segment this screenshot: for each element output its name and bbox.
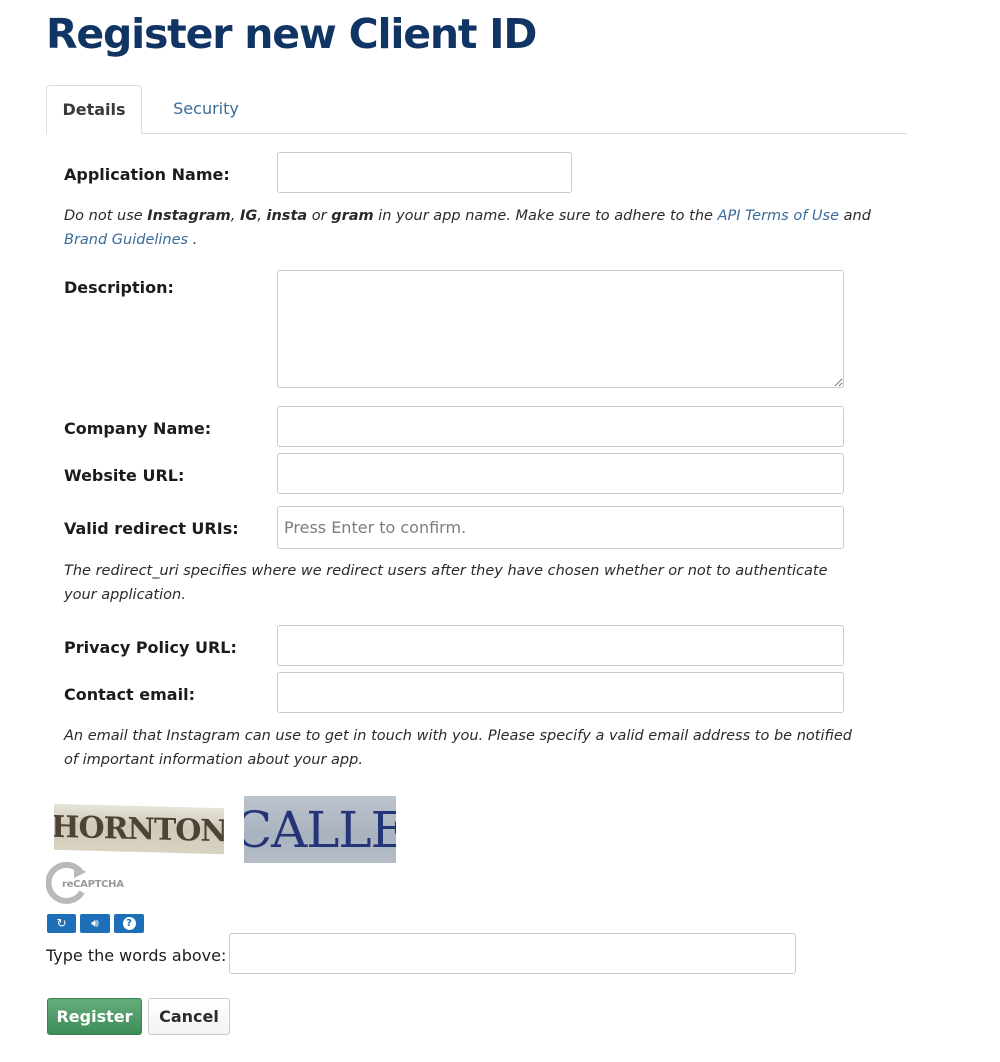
contact-email-label: Contact email: <box>64 685 195 704</box>
tab-security[interactable]: Security <box>156 85 256 133</box>
privacy-policy-url-input[interactable] <box>277 625 844 666</box>
privacy-policy-url-label: Privacy Policy URL: <box>64 638 237 657</box>
brand-guidelines-link[interactable]: Brand Guidelines <box>64 232 188 248</box>
register-button[interactable]: Register <box>47 998 142 1035</box>
audio-icon: 🔊︎ <box>91 916 99 930</box>
captcha-word-image-1: HORNTON <box>54 803 224 855</box>
help-icon: ? <box>122 917 136 930</box>
application-name-input[interactable] <box>277 152 572 193</box>
contact-email-input[interactable] <box>277 672 844 713</box>
tab-details[interactable]: Details <box>46 85 142 134</box>
cancel-button[interactable]: Cancel <box>148 998 230 1035</box>
email-help-text: An email that Instagram can use to get i… <box>64 728 852 768</box>
redirect-uris-label: Valid redirect URIs: <box>64 519 239 538</box>
description-label: Description: <box>64 278 174 297</box>
captcha-type-label: Type the words above: <box>46 946 227 965</box>
website-url-input[interactable] <box>277 453 844 494</box>
recaptcha-logo-text: reCAPTCHA <box>62 879 124 890</box>
company-name-input[interactable] <box>277 406 844 447</box>
description-textarea[interactable] <box>277 270 844 388</box>
tab-bar: Details Security <box>46 85 907 134</box>
api-terms-link[interactable]: API Terms of Use <box>718 208 839 224</box>
captcha-word-image-2: CALLE <box>244 796 396 863</box>
captcha-response-input[interactable] <box>229 933 796 974</box>
refresh-icon: ↻ <box>56 916 67 930</box>
application-name-label: Application Name: <box>64 165 230 184</box>
page-title: Register new Client ID <box>46 10 537 58</box>
captcha-refresh-button[interactable]: ↻ <box>47 914 76 933</box>
website-url-label: Website URL: <box>64 466 185 485</box>
company-name-label: Company Name: <box>64 419 212 438</box>
redirect-help-text: The redirect_uri specifies where we redi… <box>64 563 828 603</box>
redirect-uris-input[interactable] <box>277 506 844 549</box>
captcha-audio-button[interactable]: 🔊︎ <box>80 914 110 933</box>
captcha-help-button[interactable]: ? <box>114 914 144 933</box>
app-name-help-text: Do not use Instagram, IG, insta or gram … <box>64 208 871 248</box>
